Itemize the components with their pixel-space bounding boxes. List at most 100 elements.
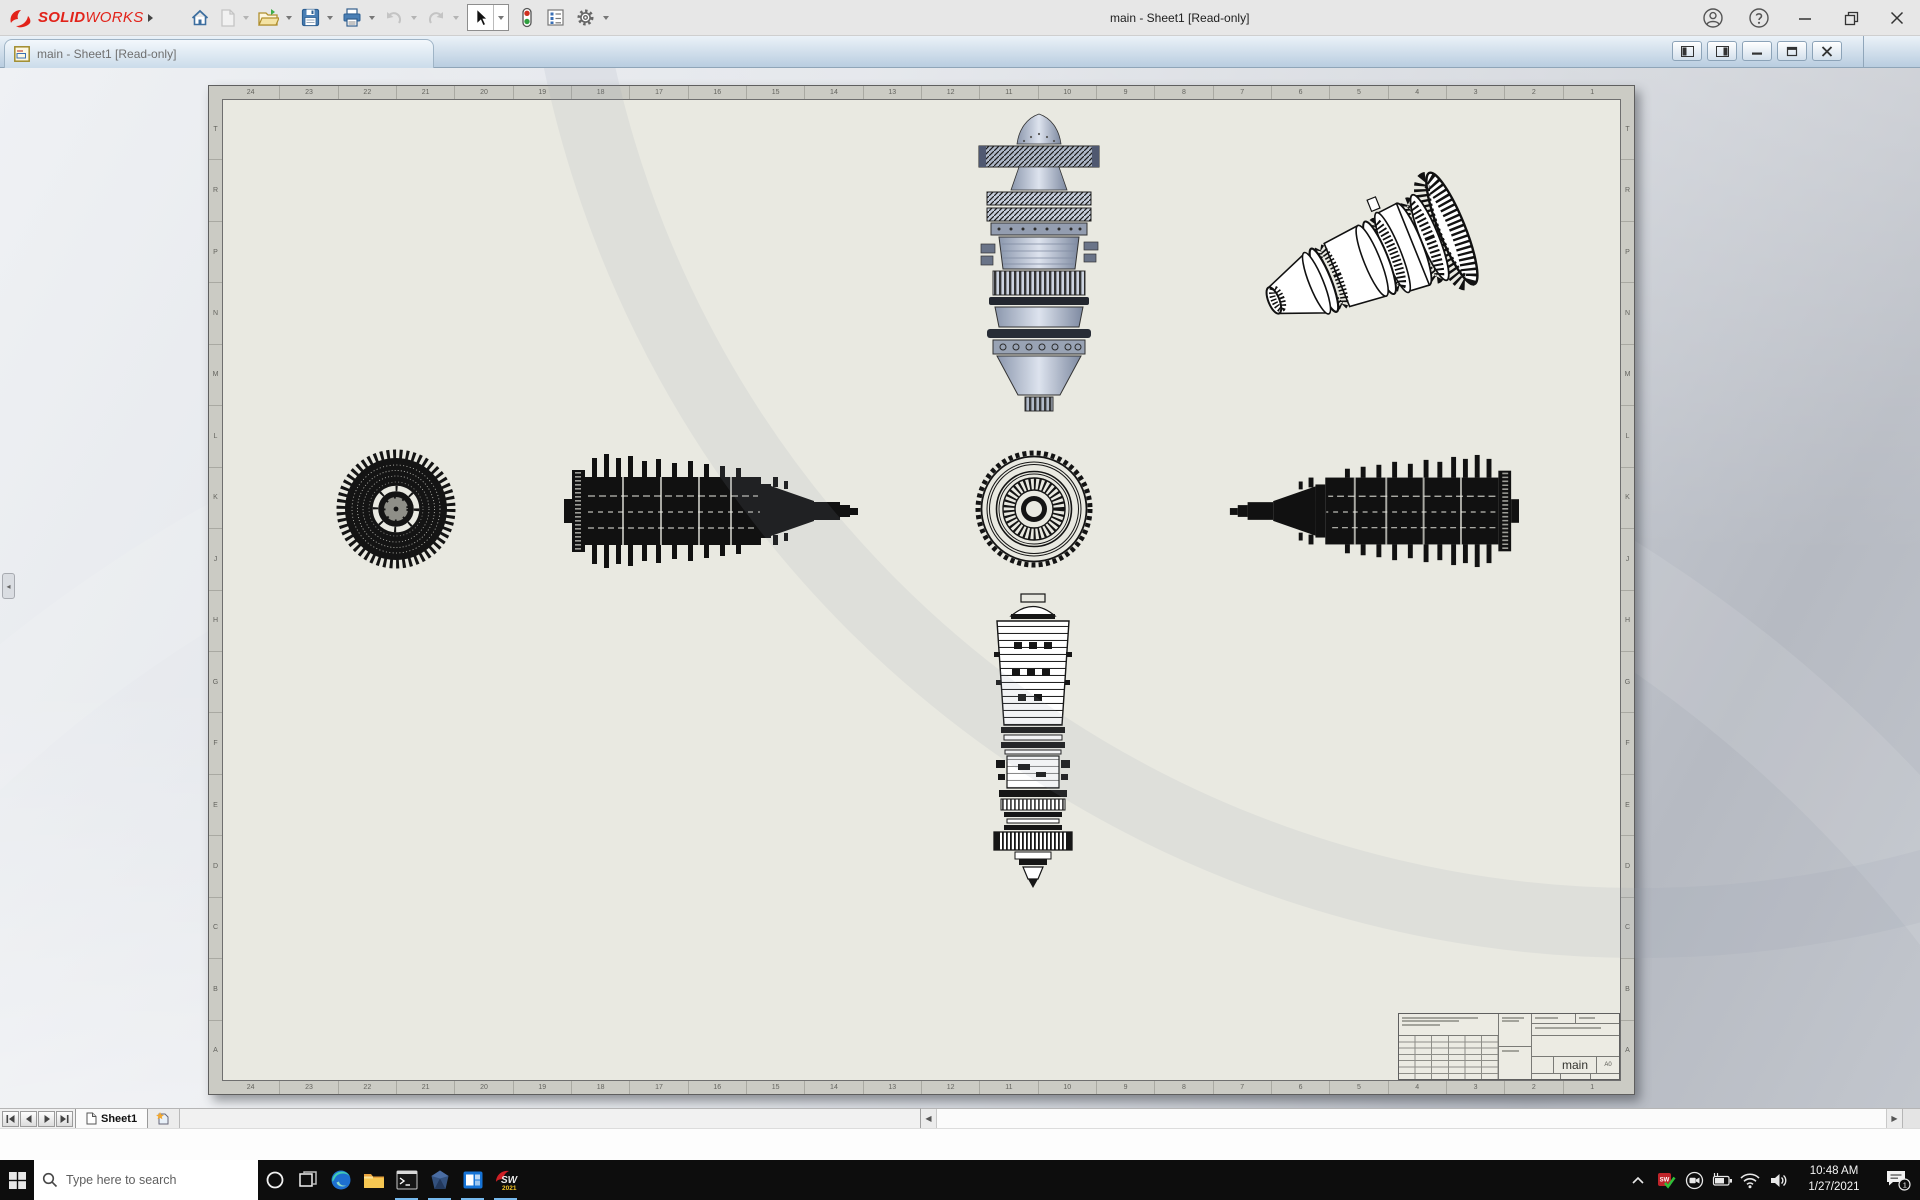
minimize-button[interactable] <box>1792 5 1818 31</box>
first-sheet-button[interactable] <box>2 1111 19 1127</box>
volume-button[interactable] <box>1764 1160 1792 1200</box>
prism-app-button[interactable] <box>423 1160 456 1200</box>
print-icon <box>342 8 362 27</box>
scroll-track[interactable] <box>937 1109 1886 1128</box>
drawing-view-rear-circular[interactable] <box>972 448 1096 570</box>
quick-toolbar <box>186 4 612 32</box>
taskbar-clock[interactable]: 10:48 AM 1/27/2021 <box>1792 1164 1876 1195</box>
drawing-view-bottom[interactable] <box>974 592 1092 890</box>
task-view-button[interactable] <box>291 1160 324 1200</box>
save-caret[interactable] <box>327 16 333 20</box>
split-left-button[interactable] <box>1672 41 1702 61</box>
task-view-icon <box>298 1170 318 1190</box>
undo-button[interactable] <box>380 4 408 32</box>
sheet-size-label: A0 <box>1597 1057 1619 1073</box>
pane-splitter-handle[interactable] <box>1902 1109 1920 1128</box>
start-button[interactable] <box>0 1160 34 1200</box>
zone-label: D <box>209 836 222 897</box>
new-document-button[interactable] <box>216 4 240 32</box>
task-pane-collapse-arrow[interactable]: ◂ <box>2 573 15 599</box>
select-arrow-icon <box>472 8 489 27</box>
horizontal-scrollbar[interactable]: ◀ ▶ <box>920 1108 1920 1128</box>
notification-icon: 1 <box>1884 1168 1912 1192</box>
flyout-chevron-icon[interactable] <box>148 13 154 23</box>
drawing-view-top-shaded[interactable] <box>974 111 1104 413</box>
battery-button[interactable] <box>1708 1160 1736 1200</box>
select-tool-button[interactable] <box>468 5 493 30</box>
tab-sheet1[interactable]: Sheet1 <box>75 1109 148 1128</box>
redo-button[interactable] <box>422 4 450 32</box>
terminal-button[interactable] <box>390 1160 423 1200</box>
status-bar <box>0 1128 1920 1160</box>
document-tab[interactable]: main - Sheet1 [Read-only] <box>4 39 434 68</box>
close-button[interactable] <box>1884 5 1910 31</box>
notification-center-button[interactable]: 1 <box>1876 1160 1920 1200</box>
zone-strip-bottom: 242322212019181716151413121110987654321 <box>222 1081 1621 1094</box>
drawing-view-side-right[interactable] <box>1224 446 1519 576</box>
edge-icon <box>330 1169 352 1191</box>
last-sheet-button[interactable] <box>56 1111 73 1127</box>
zone-label: M <box>209 345 222 406</box>
doc-restore-button[interactable] <box>1777 41 1807 61</box>
zone-label: 23 <box>280 86 338 99</box>
zone-label: N <box>209 283 222 344</box>
zone-label: 22 <box>339 86 397 99</box>
title-block: main A0 <box>1398 1013 1620 1080</box>
restore-button[interactable] <box>1838 5 1864 31</box>
undo-icon <box>384 9 404 27</box>
meet-now-button[interactable] <box>1680 1160 1708 1200</box>
rebuild-button[interactable] <box>514 4 540 32</box>
graphics-area[interactable]: 242322212019181716151413121110987654321 … <box>0 68 1920 1108</box>
app-window-button[interactable] <box>456 1160 489 1200</box>
solidworks-monitor-button[interactable]: SW <box>1652 1160 1680 1200</box>
account-button[interactable] <box>1700 5 1726 31</box>
options-button[interactable] <box>571 4 600 32</box>
title-block-main: main A0 <box>1532 1014 1619 1079</box>
next-sheet-button[interactable] <box>38 1111 55 1127</box>
hidden-icons-button[interactable] <box>1624 1160 1652 1200</box>
print-button[interactable] <box>338 4 366 32</box>
options-caret[interactable] <box>603 16 609 20</box>
zone-label: 11 <box>980 86 1038 99</box>
cortana-button[interactable] <box>258 1160 291 1200</box>
scroll-right-arrow[interactable]: ▶ <box>1886 1109 1902 1128</box>
add-sheet-button[interactable] <box>148 1109 180 1128</box>
open-caret[interactable] <box>286 16 292 20</box>
taskbar-search[interactable] <box>34 1160 258 1200</box>
home-button[interactable] <box>186 4 214 32</box>
pane-divider <box>1863 36 1864 68</box>
zone-label: 23 <box>280 1081 338 1094</box>
svg-text:SW: SW <box>1659 1178 1669 1184</box>
zone-label: P <box>1621 222 1634 283</box>
scroll-left-arrow[interactable]: ◀ <box>921 1109 937 1128</box>
drawing-view-isometric[interactable] <box>1244 164 1504 350</box>
zone-label: 20 <box>455 86 513 99</box>
zone-label: E <box>209 775 222 836</box>
redo-caret[interactable] <box>453 16 459 20</box>
zone-label: 9 <box>1097 1081 1155 1094</box>
drawing-view-side-left[interactable] <box>564 446 864 576</box>
file-explorer-button[interactable] <box>357 1160 390 1200</box>
select-tool-caret[interactable] <box>493 5 508 30</box>
zone-label: F <box>209 713 222 774</box>
doc-close-button[interactable] <box>1812 41 1842 61</box>
solidworks-app-button[interactable]: SW 2021 <box>489 1160 522 1200</box>
prev-sheet-button[interactable] <box>20 1111 37 1127</box>
split-right-button[interactable] <box>1707 41 1737 61</box>
search-input[interactable] <box>66 1173 236 1187</box>
new-document-caret[interactable] <box>243 16 249 20</box>
open-button[interactable] <box>254 4 283 32</box>
zone-label: 10 <box>1039 86 1097 99</box>
undo-caret[interactable] <box>411 16 417 20</box>
edge-button[interactable] <box>324 1160 357 1200</box>
doc-minimize-button[interactable] <box>1742 41 1772 61</box>
drawing-sheet[interactable]: 242322212019181716151413121110987654321 … <box>208 85 1635 1095</box>
drawing-view-front-fan[interactable] <box>336 448 456 570</box>
wifi-button[interactable] <box>1736 1160 1764 1200</box>
file-properties-button[interactable] <box>542 4 569 32</box>
zone-label: 2 <box>1505 1081 1563 1094</box>
print-caret[interactable] <box>369 16 375 20</box>
help-button[interactable] <box>1746 5 1772 31</box>
zone-label: N <box>1621 283 1634 344</box>
save-button[interactable] <box>297 4 324 32</box>
